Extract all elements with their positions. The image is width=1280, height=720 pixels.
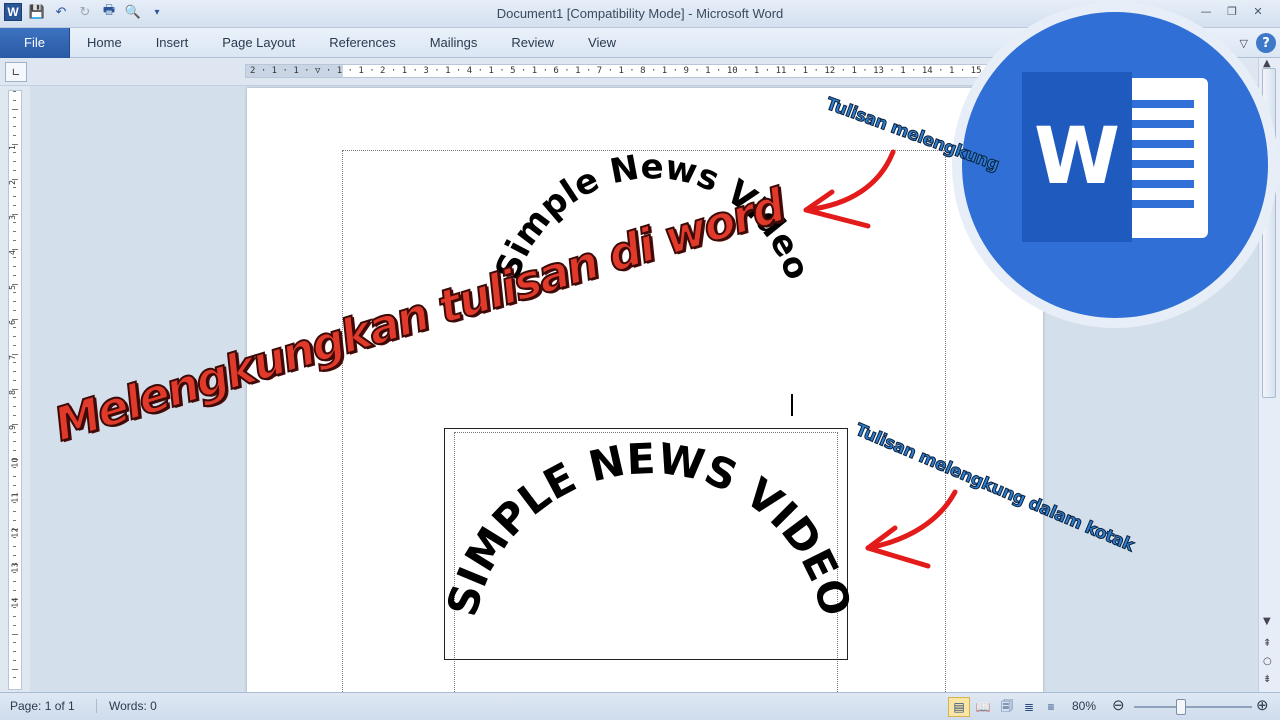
zoom-slider[interactable] [1134,706,1252,708]
zoom-slider-thumb[interactable] [1176,699,1186,715]
draft-view-icon[interactable]: ≡ [1040,697,1062,717]
page-count[interactable]: Page: 1 of 1 [10,699,75,713]
web-layout-icon[interactable]: 🗐 [996,697,1018,717]
arrow-top [803,149,896,229]
zoom-level[interactable]: 80% [1072,699,1096,713]
logo-line [1132,120,1194,128]
curved-wordart-2[interactable]: SIMPLE NEWS VIDEO [437,434,860,622]
arrow-box [865,489,958,569]
print-layout-view-icon[interactable]: ▤ [948,697,970,717]
word-logo-w-icon: W [1022,72,1132,242]
outline-view-icon[interactable]: ≣ [1018,697,1040,717]
zoom-in-icon[interactable]: ⊕ [1256,696,1269,714]
logo-line [1132,140,1194,148]
zoom-out-icon[interactable]: ⊖ [1112,696,1125,714]
scrollbar-thumb[interactable] [1262,68,1276,398]
logo-line [1132,100,1194,108]
full-screen-reading-icon[interactable]: 📖 [972,697,994,717]
scroll-down-icon[interactable]: ▼ [1263,616,1271,627]
next-page-icon[interactable]: ⇟ [1263,674,1271,685]
word-count[interactable]: Words: 0 [96,699,157,713]
logo-line [1132,160,1194,168]
browse-object-icon[interactable]: ○ [1263,656,1272,667]
previous-page-icon[interactable]: ⇞ [1263,638,1271,649]
status-bar: Page: 1 of 1 Words: 0 ▤ 📖 🗐 ≣ ≡ 80% ⊖ ⊕ [0,692,1280,720]
logo-line [1132,180,1194,188]
logo-line [1132,200,1194,208]
